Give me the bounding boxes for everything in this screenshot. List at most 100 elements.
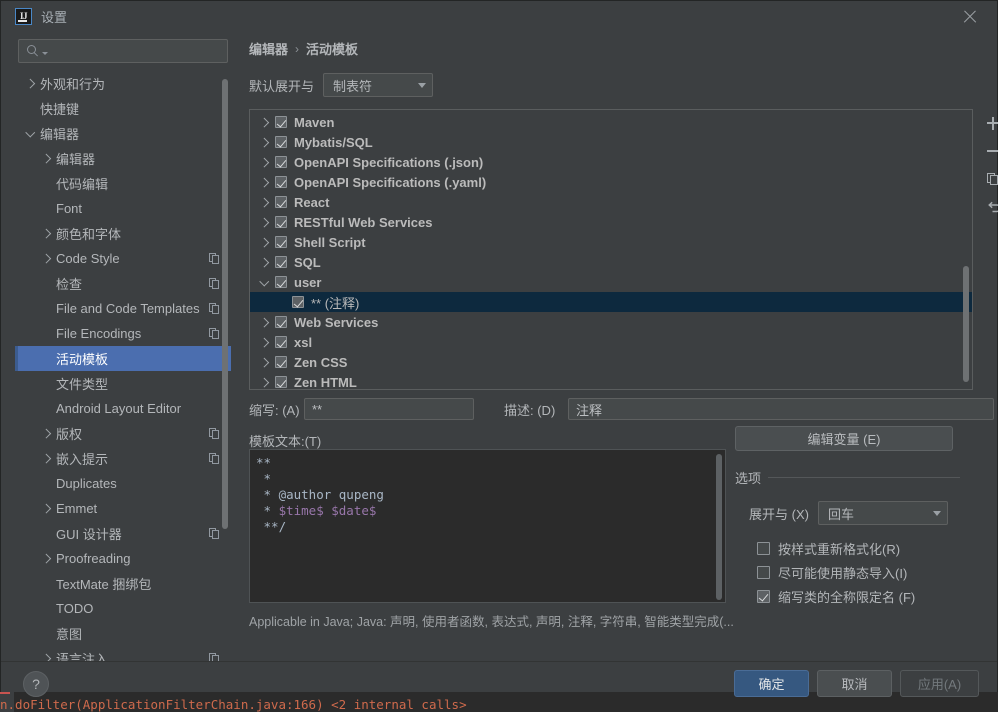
template-row[interactable]: React bbox=[250, 192, 972, 212]
list-scrollbar[interactable] bbox=[963, 266, 969, 382]
chevron-right-icon[interactable] bbox=[258, 196, 271, 209]
sidebar-item-12[interactable]: 文件类型 bbox=[15, 371, 231, 396]
chevron-right-icon[interactable] bbox=[258, 316, 271, 329]
sidebar-item-21[interactable]: TODO bbox=[15, 596, 231, 621]
chevron-right-icon[interactable] bbox=[258, 116, 271, 129]
chevron-down-icon[interactable] bbox=[25, 128, 36, 139]
default-expand-dropdown[interactable]: 制表符 bbox=[323, 73, 434, 97]
ok-button[interactable]: 确定 bbox=[734, 670, 809, 697]
copy-settings-icon[interactable] bbox=[209, 328, 220, 339]
template-checkbox[interactable] bbox=[275, 276, 287, 288]
chevron-right-icon[interactable] bbox=[258, 216, 271, 229]
sidebar-item-18[interactable]: GUI 设计器 bbox=[15, 521, 231, 546]
template-checkbox[interactable] bbox=[275, 376, 287, 388]
template-row[interactable]: Mybatis/SQL bbox=[250, 132, 972, 152]
edit-variables-button[interactable]: 编辑变量 (E) bbox=[735, 426, 953, 451]
revert-template-button[interactable] bbox=[977, 193, 998, 221]
cancel-button[interactable]: 取消 bbox=[817, 670, 892, 697]
template-row[interactable]: Web Services bbox=[250, 312, 972, 332]
duplicate-template-button[interactable] bbox=[977, 165, 998, 193]
chevron-right-icon[interactable] bbox=[258, 356, 271, 369]
template-checkbox[interactable] bbox=[275, 336, 287, 348]
search-input[interactable] bbox=[18, 39, 228, 63]
sidebar-item-0[interactable]: 外观和行为 bbox=[15, 71, 231, 96]
sidebar-item-22[interactable]: 意图 bbox=[15, 621, 231, 646]
chevron-right-icon[interactable] bbox=[41, 653, 52, 661]
option-checkbox-row-1[interactable]: 尽可能使用静态导入(I) bbox=[757, 563, 907, 582]
sidebar-item-23[interactable]: 语言注入 bbox=[15, 646, 231, 661]
template-row[interactable]: Maven bbox=[250, 112, 972, 132]
copy-settings-icon[interactable] bbox=[209, 303, 220, 314]
template-row[interactable]: xsl bbox=[250, 332, 972, 352]
template-row[interactable]: OpenAPI Specifications (.json) bbox=[250, 152, 972, 172]
template-checkbox[interactable] bbox=[275, 236, 287, 248]
chevron-right-icon[interactable] bbox=[258, 376, 271, 389]
template-checkbox[interactable] bbox=[275, 256, 287, 268]
sidebar-item-20[interactable]: TextMate 捆绑包 bbox=[15, 571, 231, 596]
sidebar-item-11[interactable]: 活动模板 bbox=[15, 346, 231, 371]
copy-settings-icon[interactable] bbox=[209, 653, 220, 661]
live-templates-list[interactable]: Maven Mybatis/SQL OpenAPI Specifications (… bbox=[249, 109, 973, 390]
breadcrumb-parent[interactable]: 编辑器 bbox=[249, 39, 288, 58]
chevron-right-icon[interactable] bbox=[258, 336, 271, 349]
chevron-right-icon[interactable] bbox=[41, 553, 52, 564]
sidebar-item-17[interactable]: Emmet bbox=[15, 496, 231, 521]
sidebar-item-5[interactable]: Font bbox=[15, 196, 231, 221]
sidebar-item-10[interactable]: File Encodings bbox=[15, 321, 231, 346]
chevron-right-icon[interactable] bbox=[41, 453, 52, 464]
sidebar-item-14[interactable]: 版权 bbox=[15, 421, 231, 446]
chevron-right-icon[interactable] bbox=[41, 503, 52, 514]
template-checkbox[interactable] bbox=[275, 136, 287, 148]
sidebar-item-8[interactable]: 检查 bbox=[15, 271, 231, 296]
sidebar-item-6[interactable]: 颜色和字体 bbox=[15, 221, 231, 246]
template-row[interactable]: SQL bbox=[250, 252, 972, 272]
chevron-right-icon[interactable] bbox=[41, 428, 52, 439]
sidebar-item-9[interactable]: File and Code Templates bbox=[15, 296, 231, 321]
chevron-right-icon[interactable] bbox=[258, 156, 271, 169]
copy-settings-icon[interactable] bbox=[209, 528, 220, 539]
template-row[interactable]: Zen HTML bbox=[250, 372, 972, 389]
template-checkbox[interactable] bbox=[275, 176, 287, 188]
close-icon[interactable] bbox=[962, 9, 978, 25]
chevron-right-icon[interactable] bbox=[258, 136, 271, 149]
chevron-right-icon[interactable] bbox=[258, 236, 271, 249]
editor-scrollbar[interactable] bbox=[716, 454, 722, 600]
sidebar-item-1[interactable]: 快捷键 bbox=[15, 96, 231, 121]
sidebar-item-3[interactable]: 编辑器 bbox=[15, 146, 231, 171]
template-checkbox[interactable] bbox=[275, 216, 287, 228]
chevron-right-icon[interactable] bbox=[258, 256, 271, 269]
sidebar-item-19[interactable]: Proofreading bbox=[15, 546, 231, 571]
chevron-down-icon[interactable] bbox=[258, 276, 271, 289]
copy-settings-icon[interactable] bbox=[209, 253, 220, 264]
option-checkbox-row-2[interactable]: 缩写类的全称限定名 (F) bbox=[757, 587, 915, 606]
sidebar-scrollbar[interactable] bbox=[222, 79, 228, 529]
template-row[interactable]: Zen CSS bbox=[250, 352, 972, 372]
chevron-right-icon[interactable] bbox=[258, 176, 271, 189]
template-text-editor[interactable]: ** * * @author qupeng * $time$ $date$ **… bbox=[249, 449, 726, 603]
option-checkbox[interactable] bbox=[757, 566, 770, 579]
chevron-right-icon[interactable] bbox=[41, 153, 52, 164]
template-checkbox[interactable] bbox=[275, 156, 287, 168]
chevron-right-icon[interactable] bbox=[41, 253, 52, 264]
template-checkbox[interactable] bbox=[275, 116, 287, 128]
sidebar-item-4[interactable]: 代码编辑 bbox=[15, 171, 231, 196]
apply-button[interactable]: 应用(A) bbox=[900, 670, 979, 697]
option-checkbox[interactable] bbox=[757, 590, 770, 603]
copy-settings-icon[interactable] bbox=[209, 278, 220, 289]
template-row[interactable]: user bbox=[250, 272, 972, 292]
sidebar-item-15[interactable]: 嵌入提示 bbox=[15, 446, 231, 471]
help-button[interactable]: ? bbox=[23, 671, 49, 697]
copy-settings-icon[interactable] bbox=[209, 428, 220, 439]
sidebar-item-7[interactable]: Code Style bbox=[15, 246, 231, 271]
template-row[interactable]: RESTful Web Services bbox=[250, 212, 972, 232]
template-checkbox[interactable] bbox=[275, 316, 287, 328]
expand-with-dropdown[interactable]: 回车 bbox=[817, 501, 948, 525]
add-template-button[interactable] bbox=[977, 109, 998, 137]
sidebar-search[interactable] bbox=[18, 39, 228, 63]
copy-settings-icon[interactable] bbox=[209, 453, 220, 464]
template-checkbox[interactable] bbox=[275, 196, 287, 208]
template-row[interactable]: OpenAPI Specifications (.yaml) bbox=[250, 172, 972, 192]
option-checkbox-row-0[interactable]: 按样式重新格式化(R) bbox=[757, 539, 900, 558]
template-checkbox[interactable] bbox=[275, 356, 287, 368]
remove-template-button[interactable] bbox=[977, 137, 998, 165]
